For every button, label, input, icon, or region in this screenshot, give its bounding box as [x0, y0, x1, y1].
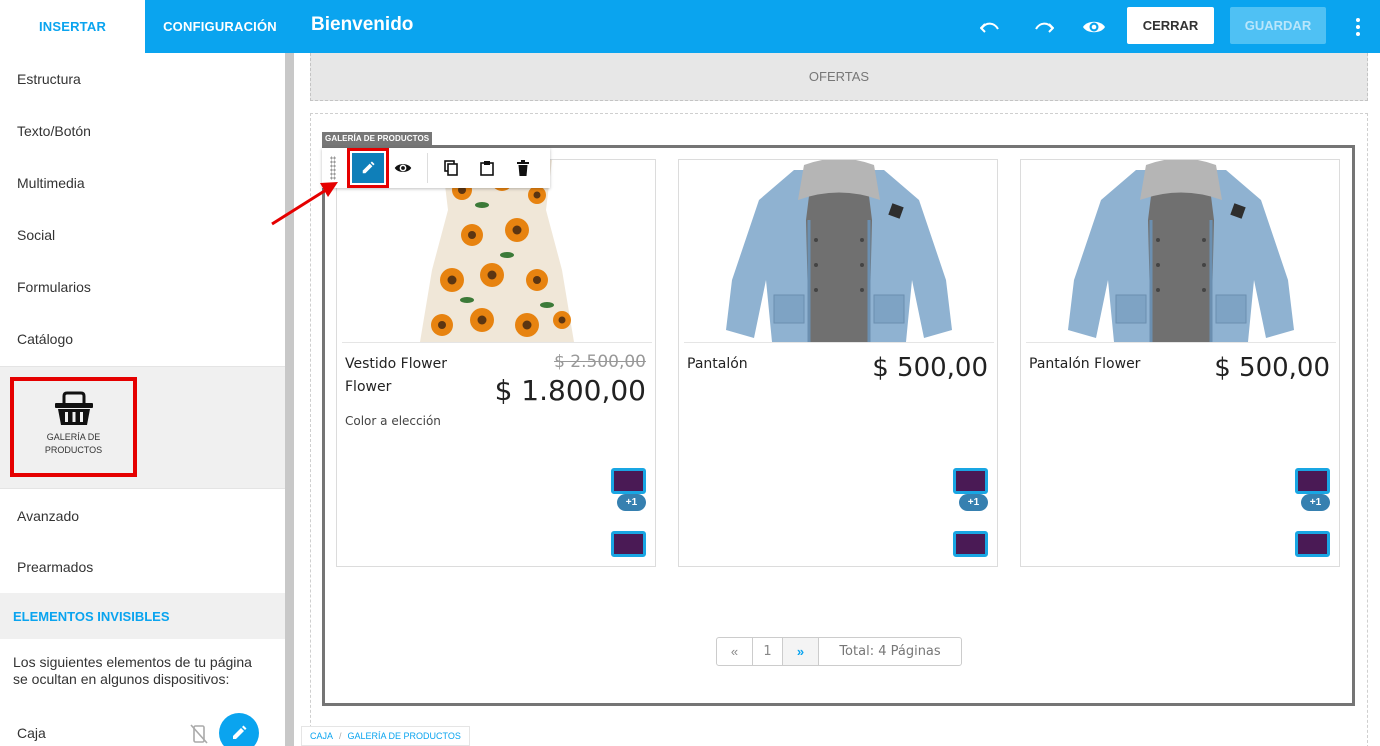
- product-image-jacket[interactable]: [1026, 160, 1336, 342]
- product-card[interactable]: Pantalón $ 500,00 +1: [678, 159, 998, 567]
- color-swatch[interactable]: [1295, 531, 1330, 557]
- pagination-next[interactable]: »: [783, 638, 819, 665]
- kebab-menu-icon[interactable]: [1348, 13, 1368, 41]
- more-colors-badge[interactable]: +1: [617, 494, 646, 511]
- product-price: $ 1.800,00: [494, 374, 646, 407]
- breadcrumb-item-gallery[interactable]: GALERÍA DE PRODUCTOS: [348, 731, 461, 741]
- sidebar-scrollbar[interactable]: [285, 53, 294, 746]
- invisible-item-caja: Caja: [17, 725, 46, 741]
- close-button[interactable]: CERRAR: [1127, 7, 1214, 44]
- sidebar-item-catalogo[interactable]: Catálogo: [17, 331, 73, 347]
- tab-configuracion[interactable]: CONFIGURACIÓN: [145, 0, 295, 53]
- more-colors-badge[interactable]: +1: [959, 494, 988, 511]
- toolbar-divider: [427, 153, 428, 183]
- product-price: $ 500,00: [1214, 353, 1330, 383]
- save-button[interactable]: GUARDAR: [1230, 7, 1326, 44]
- invisible-elements-description: Los siguientes elementos de tu página se…: [13, 654, 252, 687]
- tab-insertar[interactable]: INSERTAR: [0, 0, 145, 53]
- product-image-jacket[interactable]: [684, 160, 994, 342]
- breadcrumb-item-caja[interactable]: CAJA: [310, 731, 333, 741]
- sidebar-item-prearmados[interactable]: Prearmados: [17, 559, 93, 575]
- edit-element-button[interactable]: [347, 148, 389, 188]
- color-swatch[interactable]: [611, 468, 646, 494]
- card-divider: [684, 342, 994, 343]
- more-colors-badge[interactable]: +1: [1301, 494, 1330, 511]
- product-name[interactable]: Pantalón Flower: [1029, 353, 1140, 376]
- basket-icon: [54, 391, 93, 425]
- trash-icon[interactable]: [505, 148, 541, 188]
- color-swatch[interactable]: [953, 531, 988, 557]
- top-bar: INSERTAR CONFIGURACIÓN Bienvenido CERRAR…: [0, 0, 1380, 53]
- editor-canvas: OFERTAS GALERÍA DE PRODUCTOS Vestido Flo…: [294, 53, 1380, 746]
- element-toolbar: [322, 148, 550, 188]
- color-swatch[interactable]: [611, 531, 646, 557]
- sidebar: Estructura Texto/Botón Multimedia Social…: [0, 53, 285, 746]
- pagination-total: Total: 4 Páginas: [839, 644, 941, 659]
- pencil-icon: [362, 161, 375, 174]
- color-swatch[interactable]: [953, 468, 988, 494]
- annotation-arrow-icon: [271, 182, 338, 226]
- pencil-icon: [233, 725, 247, 739]
- product-card[interactable]: Pantalón Flower $ 500,00 +1: [1020, 159, 1340, 567]
- product-description: Color a elección: [345, 414, 441, 428]
- invisible-elements-heading[interactable]: ELEMENTOS INVISIBLES: [0, 593, 285, 639]
- eye-icon[interactable]: [1080, 13, 1108, 41]
- duplicate-icon[interactable]: [433, 148, 469, 188]
- sidebar-item-multimedia[interactable]: Multimedia: [17, 175, 85, 191]
- gallery-element-tag: GALERÍA DE PRODUCTOS: [322, 132, 433, 145]
- ofertas-section[interactable]: OFERTAS: [310, 53, 1368, 101]
- product-name[interactable]: Vestido Flower Flower: [345, 353, 475, 399]
- sidebar-item-social[interactable]: Social: [17, 227, 55, 243]
- undo-icon[interactable]: [976, 13, 1004, 41]
- card-divider: [342, 342, 652, 343]
- sidebar-item-avanzado[interactable]: Avanzado: [17, 508, 79, 524]
- product-price: $ 500,00: [872, 353, 988, 383]
- clipboard-icon[interactable]: [469, 148, 505, 188]
- gallery-tile-label: GALERÍA DE PRODUCTOS: [44, 432, 103, 455]
- redo-icon[interactable]: [1030, 13, 1058, 41]
- sidebar-item-formularios[interactable]: Formularios: [17, 279, 91, 295]
- pagination-page[interactable]: 1: [753, 638, 783, 665]
- product-card[interactable]: Vestido Flower Flower $ 2.500,00 $ 1.800…: [336, 159, 656, 567]
- pagination: « 1 » Total: 4 Páginas: [716, 637, 962, 666]
- product-old-price: $ 2.500,00: [554, 352, 646, 372]
- gallery-products-tile[interactable]: GALERÍA DE PRODUCTOS: [10, 377, 137, 477]
- card-divider: [1026, 342, 1336, 343]
- sidebar-item-texto-boton[interactable]: Texto/Botón: [17, 123, 91, 139]
- hidden-device-icon: [188, 723, 210, 745]
- product-name[interactable]: Pantalón: [687, 353, 748, 376]
- edit-caja-button[interactable]: [219, 713, 259, 746]
- page-title: Bienvenido: [311, 14, 414, 35]
- breadcrumb-separator: /: [339, 731, 342, 741]
- sidebar-item-estructura[interactable]: Estructura: [17, 71, 81, 87]
- eye-icon[interactable]: [385, 148, 421, 188]
- breadcrumb: CAJA / GALERÍA DE PRODUCTOS: [301, 726, 470, 746]
- pagination-first[interactable]: «: [717, 638, 753, 665]
- color-swatch[interactable]: [1295, 468, 1330, 494]
